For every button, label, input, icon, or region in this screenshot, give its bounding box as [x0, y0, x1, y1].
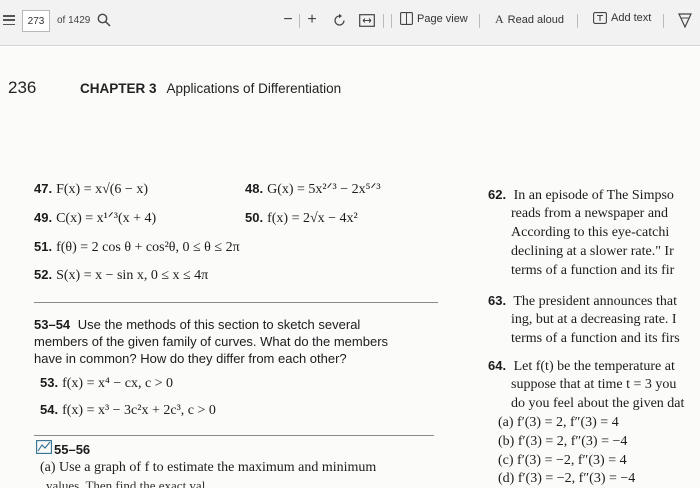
- section-53-54-line1: 53–54 Use the methods of this section to…: [34, 317, 361, 332]
- exercise-64-part-c: (c) f′(3) = −2, f″(3) = 4: [498, 453, 627, 468]
- section-55-56-heading: 55–56: [54, 442, 91, 457]
- toolbar-divider: [663, 14, 664, 28]
- exercise-64-line2: suppose that at time t = 3 you: [511, 377, 677, 392]
- read-aloud-icon: A: [495, 12, 504, 26]
- exercise-64-line3: do you feel about the given dat: [511, 396, 685, 411]
- exercise-63-line1: 63. The president announces that: [488, 293, 677, 309]
- toolbar-divider: [391, 14, 392, 28]
- highlight-icon[interactable]: [677, 12, 693, 28]
- page-total-label: of 1429: [57, 15, 91, 26]
- zoom-in-button[interactable]: +: [305, 10, 319, 30]
- exercise-50: 50. f(x) = 2√x − 4x²: [245, 210, 358, 226]
- exercise-52: 52. S(x) = x − sin x, 0 ≤ x ≤ 4π: [34, 267, 209, 283]
- add-text-button[interactable]: Add text: [593, 12, 651, 24]
- exercise-48: 48. G(x) = 5x²ᐟ³ − 2x⁵ᐟ³: [245, 181, 381, 197]
- read-aloud-label: Read aloud: [507, 13, 564, 26]
- toolbar-divider: [577, 14, 578, 28]
- exercise-62-line3: According to this eye-catchi: [511, 225, 670, 240]
- exercise-62-line2: reads from a newspaper and: [511, 206, 669, 221]
- exercise-62-line1: 62. In an episode of The Simpso: [488, 187, 674, 203]
- read-aloud-button[interactable]: A Read aloud: [495, 12, 564, 27]
- section-55-56-line1: (a) Use a graph of f to estimate the max…: [40, 460, 377, 475]
- page-number: 236: [8, 78, 37, 97]
- page-view-button[interactable]: Page view: [400, 12, 468, 25]
- toolbar-divider: [479, 14, 480, 28]
- exercise-64-part-b: (b) f′(3) = 2, f″(3) = −4: [498, 434, 628, 449]
- zoom-out-button[interactable]: −: [281, 10, 295, 30]
- chapter-heading: CHAPTER 3 Applications of Differentiation: [80, 81, 341, 96]
- page-view-icon: [400, 12, 413, 25]
- exercise-63-line3: terms of a function and its firs: [511, 331, 680, 346]
- exercise-64-part-d: (d) f′(3) = −2, f″(3) = −4: [498, 471, 636, 486]
- exercise-62-line4: declining at a slower rate." Ir: [511, 244, 674, 259]
- rotate-icon[interactable]: [331, 12, 347, 28]
- section-divider: [34, 302, 438, 303]
- section-53-54-line2: members of the given family of curves. W…: [34, 334, 389, 349]
- section-divider: [34, 435, 434, 436]
- exercise-51: 51. f(θ) = 2 cos θ + cos²θ, 0 ≤ θ ≤ 2π: [34, 239, 240, 255]
- pdf-toolbar: 273 of 1429 − + Page view A Read aloud A…: [0, 0, 700, 46]
- exercise-62-line5: terms of a function and its fir: [511, 263, 675, 278]
- add-text-label: Add text: [611, 12, 652, 24]
- fit-page-icon[interactable]: [359, 13, 375, 27]
- toolbar-divider: [383, 14, 384, 28]
- section-53-54-line3: have in common? How do they differ from …: [34, 351, 347, 366]
- toolbar-divider: [299, 14, 300, 28]
- chapter-label: CHAPTER 3: [80, 81, 157, 96]
- chapter-title: Applications of Differentiation: [166, 81, 342, 96]
- exercise-54: 54. f(x) = x³ − 3c²x + 2c³, c > 0: [40, 402, 216, 418]
- exercise-49: 49. C(x) = x¹ᐟ³(x + 4): [34, 210, 157, 226]
- menu-icon[interactable]: [2, 15, 16, 25]
- page-view-label: Page view: [417, 12, 468, 25]
- search-icon[interactable]: [96, 12, 112, 28]
- exercise-47: 47. F(x) = x√(6 − x): [34, 181, 148, 197]
- section-55-56-line2: values. Then find the exact val: [46, 478, 206, 488]
- exercise-64-line1: 64. Let f(t) be the temperature at: [488, 358, 675, 374]
- exercise-64-part-a: (a) f′(3) = 2, f″(3) = 4: [498, 415, 619, 430]
- graphing-device-icon: [36, 440, 52, 454]
- page-number-input[interactable]: 273: [22, 10, 50, 32]
- add-text-icon: [593, 12, 607, 24]
- exercise-63-line2: ing, but at a decreasing rate. I: [511, 312, 677, 327]
- exercise-53: 53. f(x) = x⁴ − cx, c > 0: [40, 375, 174, 391]
